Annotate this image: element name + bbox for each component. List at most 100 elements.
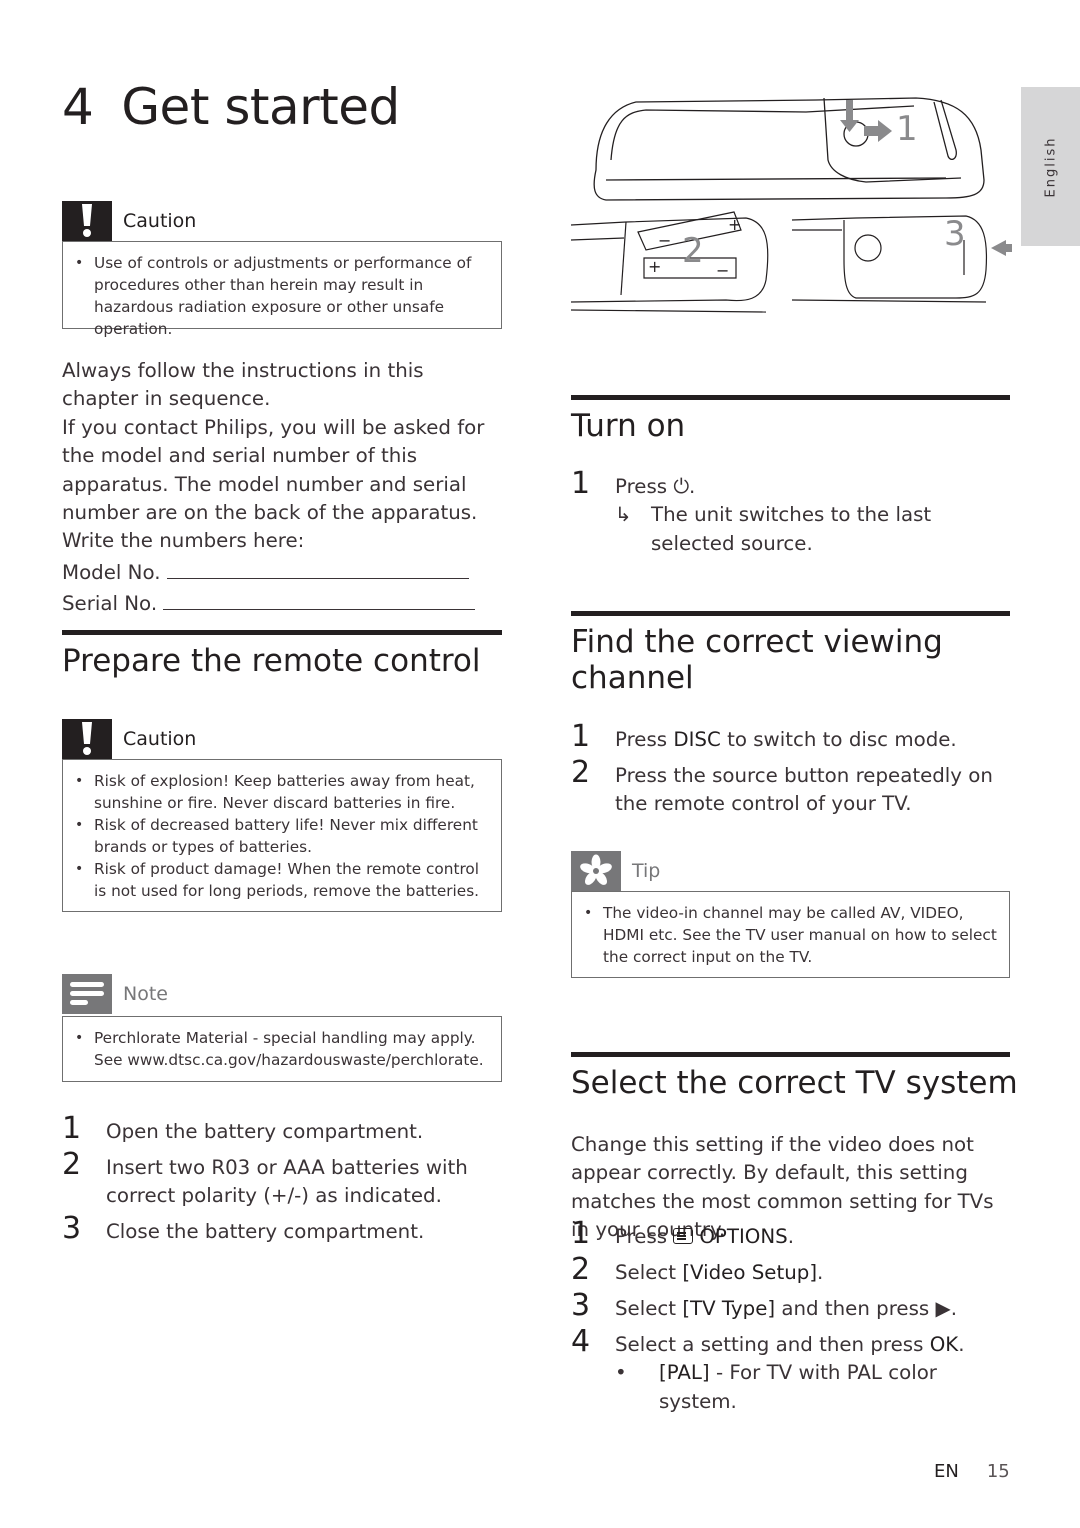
exclamation-icon [62, 719, 112, 759]
serial-label: Serial No. [62, 592, 158, 616]
step-text: Select [615, 1260, 683, 1284]
intro-line-1: Always follow the instructions in this c… [62, 359, 424, 411]
minus-sign: − [658, 231, 671, 250]
step-text-suffix: . [817, 1260, 824, 1284]
note-label: Note [123, 983, 168, 1005]
step-text-suffix: and then press ▶. [775, 1296, 957, 1320]
step: 4 Select a setting and then press OK. • [P… [571, 1326, 1016, 1416]
model-number-blank[interactable] [166, 556, 469, 579]
battery-caution-box: Risk of explosion! Keep batteries away f… [62, 759, 502, 912]
step-number: 1 [571, 1216, 591, 1251]
caution-header: Caution [62, 201, 196, 241]
key-name: DISC [673, 728, 721, 751]
step-text-suffix: . [787, 1225, 794, 1248]
step-text: Open the battery compartment. [106, 1120, 424, 1143]
step: 3 Close the battery compartment. [62, 1211, 502, 1247]
chapter-title-text: Get started [121, 78, 400, 136]
caution-item: Risk of product damage! When the remote … [75, 858, 489, 902]
tv-system-steps: 1 Press OPTIONS. 2 Select [Video Setup]. 3… [571, 1216, 1016, 1423]
step-number: 1 [571, 719, 591, 754]
find-channel-steps: 1 Press DISC to switch to disc mode. 2 Pre… [571, 719, 1010, 826]
caution-header: Caution [62, 719, 196, 759]
caution-label: Caution [123, 210, 197, 232]
step-text: Close the battery compartment. [106, 1220, 425, 1244]
tip-box: The video-in channel may be called AV, V… [571, 891, 1010, 978]
section-rule [571, 611, 1010, 616]
key-name: OPTIONS [699, 1225, 788, 1248]
step: 2 Select [Video Setup]. [571, 1251, 1016, 1287]
page-number: 15 [986, 1461, 1010, 1482]
tip-item: The video-in channel may be called AV, V… [584, 902, 997, 968]
page-footer: EN 15 [934, 1461, 1010, 1482]
options-icon [673, 1228, 694, 1244]
step-text: Press [615, 475, 674, 498]
section-rule [62, 630, 502, 635]
minus-sign: − [716, 261, 729, 280]
step: 1 Press ⏻. ↳ The unit switches to the last… [571, 468, 1010, 558]
note-lines-icon [62, 974, 112, 1014]
intro-line-2: If you contact Philips, you will be aske… [62, 415, 485, 553]
step-text: Insert two R03 or AAA batteries with cor… [106, 1155, 468, 1208]
result-text: The unit switches to the last selected s… [651, 503, 932, 555]
turn-on-steps: 1 Press ⏻. ↳ The unit switches to the last… [571, 468, 1010, 566]
tip-label: Tip [632, 860, 661, 882]
step-text-suffix: . [958, 1332, 965, 1356]
illustration-step-label: 2 [682, 231, 704, 271]
chapter-number: 4 [62, 78, 94, 136]
note-box: Perchlorate Material - special handling … [62, 1016, 502, 1082]
caution-item: Risk of explosion! Keep batteries away f… [75, 770, 489, 814]
language-tab-label: English [1043, 136, 1058, 197]
illustration-step-label: 3 [944, 214, 966, 254]
step-result: ↳ The unit switches to the last selected … [615, 501, 1010, 558]
step-text: Select a setting and then press [615, 1332, 930, 1356]
option-name: [PAL] [659, 1361, 710, 1385]
step-text: Press [615, 728, 674, 751]
step-text: Select [615, 1296, 683, 1320]
chapter-title: 4 Get started [62, 78, 400, 136]
illustration-step-label: 1 [896, 109, 918, 149]
step-number: 3 [62, 1211, 82, 1247]
step: 3 Select [TV Type] and then press ▶. [571, 1287, 1016, 1323]
section-rule [571, 395, 1010, 400]
step-number: 2 [62, 1146, 82, 1182]
step-text-suffix: . [689, 475, 696, 498]
key-name: OK [929, 1332, 959, 1356]
tip-header: Tip [571, 851, 660, 891]
result-arrow-icon: ↳ [615, 503, 632, 527]
power-icon: ⏻ [673, 475, 690, 498]
serial-number-field[interactable]: Serial No. [62, 587, 502, 618]
note-item: Perchlorate Material - special handling … [75, 1027, 489, 1071]
tip-asterisk-icon [571, 851, 621, 891]
model-number-field[interactable]: Model No. [62, 556, 502, 587]
step-text: Press [615, 1225, 674, 1248]
step: 1 Press OPTIONS. [571, 1216, 1016, 1251]
bullet: • [615, 1361, 627, 1385]
step-number: 3 [571, 1287, 591, 1323]
battery-illustration: 1 + + − − 2 3 [570, 97, 1012, 313]
step-number: 2 [571, 1251, 591, 1287]
plus-sign: + [648, 257, 661, 276]
language-tab: English [1021, 87, 1080, 246]
step: 1 Open the battery compartment. [62, 1113, 502, 1146]
serial-number-blank[interactable] [163, 587, 476, 611]
step: 2 Insert two R03 or AAA batteries with co… [62, 1146, 502, 1211]
step-text: Press the source button repeatedly on th… [615, 763, 993, 816]
section-title-turn-on: Turn on [571, 408, 686, 444]
footer-language: EN [934, 1461, 959, 1482]
model-label: Model No. [62, 560, 161, 584]
section-title-prepare-remote: Prepare the remote control [62, 643, 481, 679]
battery-steps: 1 Open the battery compartment. 2 Insert t… [62, 1113, 502, 1254]
step-number: 2 [571, 754, 591, 790]
menu-item-name: [TV Type] [682, 1296, 776, 1320]
plus-sign: + [728, 215, 741, 234]
step: 1 Press DISC to switch to disc mode. [571, 719, 1010, 754]
exclamation-icon [62, 201, 112, 241]
caution-label: Caution [123, 728, 197, 750]
section-title-tv-system: Select the correct TV system [571, 1065, 1018, 1101]
intro-text: Always follow the instructions in this c… [62, 357, 502, 619]
section-title-find-channel: Find the correct viewing channel [571, 624, 943, 696]
note-header: Note [62, 974, 168, 1014]
option-item: • [PAL] - For TV with PAL color system. [615, 1359, 1016, 1416]
step: 2 Press the source button repeatedly on t… [571, 754, 1010, 819]
step-text-suffix: to switch to disc mode. [720, 728, 957, 751]
